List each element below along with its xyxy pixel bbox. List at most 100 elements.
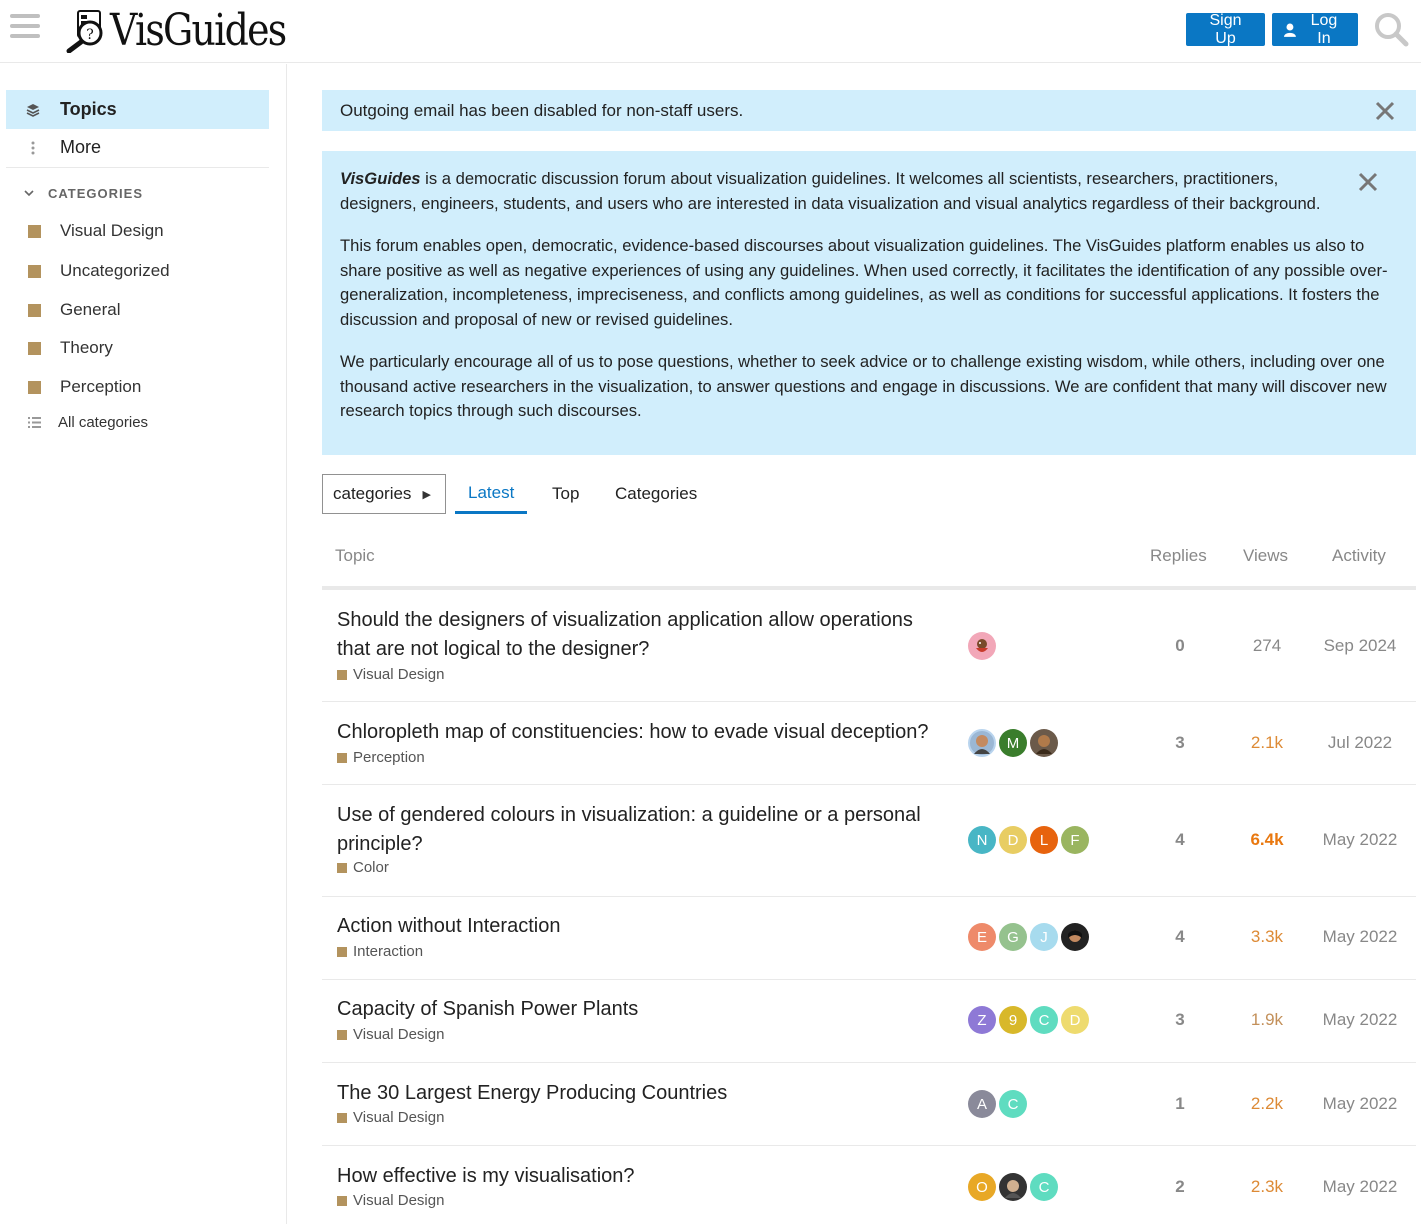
tab-top[interactable]: Top xyxy=(539,474,592,514)
sidebar-category-general[interactable]: General xyxy=(28,296,120,324)
topic-title-link[interactable]: The 30 Largest Energy Producing Countrie… xyxy=(337,1079,947,1108)
category-label: Perception xyxy=(353,749,425,766)
avatar[interactable]: O xyxy=(968,1173,996,1201)
category-color-swatch xyxy=(337,669,347,680)
person-photo-icon xyxy=(1005,1180,1021,1198)
avatar-letter: O xyxy=(976,1178,988,1196)
avatar[interactable]: 9 xyxy=(999,1006,1027,1034)
avatar[interactable]: Z xyxy=(968,1006,996,1034)
avatar[interactable]: C xyxy=(1030,1006,1058,1034)
caret-right-icon: ▶ xyxy=(422,488,431,501)
category-label: Visual Design xyxy=(60,221,164,240)
views-count: 3.3k xyxy=(1250,927,1284,946)
svg-text:?: ? xyxy=(86,27,94,43)
avatar[interactable]: N xyxy=(968,826,996,854)
activity-date[interactable]: Jul 2022 xyxy=(1312,733,1408,753)
welcome-brand: VisGuides xyxy=(340,169,421,188)
activity-date[interactable]: May 2022 xyxy=(1312,1177,1408,1197)
views-count: 2.3k xyxy=(1250,1177,1284,1196)
table-row: Use of gendered colours in visualization… xyxy=(322,785,1416,897)
avatar[interactable]: D xyxy=(1061,1006,1089,1034)
avatar[interactable]: C xyxy=(1030,1173,1058,1201)
sidebar-category-perception[interactable]: Perception xyxy=(28,373,141,401)
activity-date[interactable]: Sep 2024 xyxy=(1312,636,1408,656)
topic-category-badge[interactable]: Color xyxy=(337,859,389,876)
replies-count: 0 xyxy=(1175,636,1185,655)
close-icon[interactable] xyxy=(1357,171,1379,193)
activity-date[interactable]: May 2022 xyxy=(1312,927,1408,947)
avatar[interactable] xyxy=(1061,923,1089,951)
sidebar-category-visual-design[interactable]: Visual Design xyxy=(28,217,164,245)
avatar-letter: D xyxy=(1007,831,1019,849)
close-icon[interactable] xyxy=(1374,100,1396,122)
avatar[interactable]: A xyxy=(968,1090,996,1118)
bird-icon xyxy=(976,639,988,652)
hamburger-menu-icon[interactable] xyxy=(10,14,40,42)
welcome-banner: VisGuides is a democratic discussion for… xyxy=(322,151,1416,455)
category-color-swatch xyxy=(28,264,41,278)
category-label: Color xyxy=(353,859,389,876)
site-logo[interactable]: ? VisGuides xyxy=(64,4,314,56)
avatar[interactable]: D xyxy=(999,826,1027,854)
activity-date[interactable]: May 2022 xyxy=(1312,1010,1408,1030)
avatar[interactable] xyxy=(999,1173,1027,1201)
category-dropdown[interactable]: categories ▶ xyxy=(322,474,446,514)
topic-title-link[interactable]: How effective is my visualisation? xyxy=(337,1162,947,1191)
tab-categories[interactable]: Categories xyxy=(602,474,710,514)
chevron-down-icon xyxy=(24,189,34,196)
views-count: 2.2k xyxy=(1250,1094,1284,1113)
category-label: Theory xyxy=(60,338,113,357)
topic-title-link[interactable]: Chloropleth map of constituencies: how t… xyxy=(337,718,967,747)
sidebar-item-topics[interactable]: Topics xyxy=(6,90,269,129)
avatar[interactable] xyxy=(968,632,996,660)
topic-title-link[interactable]: Should the designers of visualization ap… xyxy=(337,606,947,664)
sidebar-all-categories[interactable]: All categories xyxy=(28,414,148,431)
category-color-swatch xyxy=(337,946,347,957)
topic-category-badge[interactable]: Visual Design xyxy=(337,1109,444,1126)
topic-category-badge[interactable]: Perception xyxy=(337,749,425,766)
tab-latest[interactable]: Latest xyxy=(455,474,528,514)
categories-section-toggle[interactable]: CATEGORIES xyxy=(24,184,143,202)
avatar[interactable]: G xyxy=(999,923,1027,951)
sidebar-item-more[interactable]: More xyxy=(6,128,269,167)
sign-up-button[interactable]: Sign Up xyxy=(1186,11,1265,47)
avatar[interactable] xyxy=(968,729,996,757)
category-color-swatch xyxy=(337,862,347,873)
avatar-letter: L xyxy=(1039,831,1049,849)
category-label: Visual Design xyxy=(353,1026,445,1043)
log-in-button[interactable]: Log In xyxy=(1272,11,1358,47)
log-in-label: Log In xyxy=(1310,11,1338,47)
avatar[interactable]: E xyxy=(968,923,996,951)
topic-category-badge[interactable]: Visual Design xyxy=(337,1026,444,1043)
replies-count: 3 xyxy=(1175,1010,1185,1029)
topic-category-badge[interactable]: Visual Design xyxy=(337,666,444,683)
replies-count: 2 xyxy=(1175,1177,1185,1196)
topic-title-link[interactable]: Action without Interaction xyxy=(337,912,947,941)
topic-title-link[interactable]: Capacity of Spanish Power Plants xyxy=(337,995,947,1024)
views-count: 274 xyxy=(1252,636,1282,655)
avatar[interactable]: C xyxy=(999,1090,1027,1118)
topic-category-badge[interactable]: Interaction xyxy=(337,943,423,960)
column-header-activity[interactable]: Activity xyxy=(1332,546,1386,566)
avatar[interactable]: M xyxy=(999,729,1027,757)
welcome-paragraph-1: VisGuides is a democratic discussion for… xyxy=(340,167,1398,216)
welcome-paragraph-2: This forum enables open, democratic, evi… xyxy=(340,236,1388,329)
activity-date[interactable]: May 2022 xyxy=(1312,830,1408,850)
tab-label: Top xyxy=(552,484,580,503)
search-icon[interactable] xyxy=(1372,10,1410,48)
topic-category-badge[interactable]: Visual Design xyxy=(337,1192,444,1209)
category-color-swatch xyxy=(337,1112,347,1123)
column-header-views[interactable]: Views xyxy=(1243,546,1288,566)
topic-title-link[interactable]: Use of gendered colours in visualization… xyxy=(337,801,947,859)
avatar[interactable]: F xyxy=(1061,826,1089,854)
avatar[interactable]: J xyxy=(1030,923,1058,951)
avatar-letter: J xyxy=(1040,928,1048,946)
column-header-replies[interactable]: Replies xyxy=(1150,546,1207,566)
category-color-swatch xyxy=(337,1195,347,1206)
sidebar-category-theory[interactable]: Theory xyxy=(28,334,113,362)
avatar[interactable] xyxy=(1030,729,1058,757)
sign-up-label: Sign Up xyxy=(1209,11,1242,47)
activity-date[interactable]: May 2022 xyxy=(1312,1094,1408,1114)
sidebar-category-uncategorized[interactable]: Uncategorized xyxy=(28,257,170,285)
avatar[interactable]: L xyxy=(1030,826,1058,854)
